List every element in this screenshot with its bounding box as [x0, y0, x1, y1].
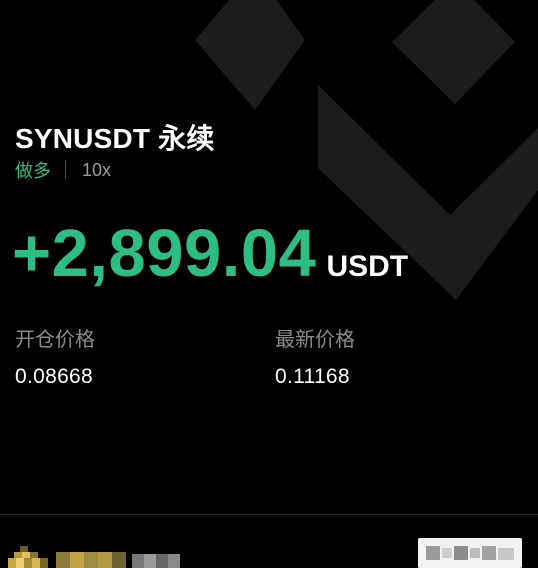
entry-price-value: 0.08668 — [15, 365, 94, 388]
last-price-label: 最新价格 — [275, 329, 355, 351]
entry-price-block: 开仓价格 0.08668 — [15, 328, 95, 390]
blurred-qr-code-icon — [418, 538, 522, 568]
entry-price-label: 开仓价格 — [15, 329, 95, 351]
pnl-display: +2,899.04 USDT — [12, 216, 408, 292]
blurred-avatar-icon — [8, 546, 48, 568]
contract-symbol: SYNUSDT 永续 — [15, 123, 215, 154]
footer-divider — [0, 514, 538, 515]
position-meta: 做多 10x — [15, 158, 111, 182]
last-price-block: 最新价格 0.11168 — [275, 328, 355, 390]
leverage-value: 10x — [82, 159, 112, 180]
last-price-value: 0.11168 — [275, 365, 350, 388]
watermark-diamond-right — [392, 0, 515, 104]
pnl-unit: USDT — [326, 250, 409, 283]
meta-divider — [65, 161, 66, 179]
watermark-diamond-left — [195, 0, 305, 110]
blurred-username — [56, 552, 180, 568]
pnl-value: +2,899.04 — [12, 216, 317, 291]
position-side: 做多 — [15, 161, 51, 181]
